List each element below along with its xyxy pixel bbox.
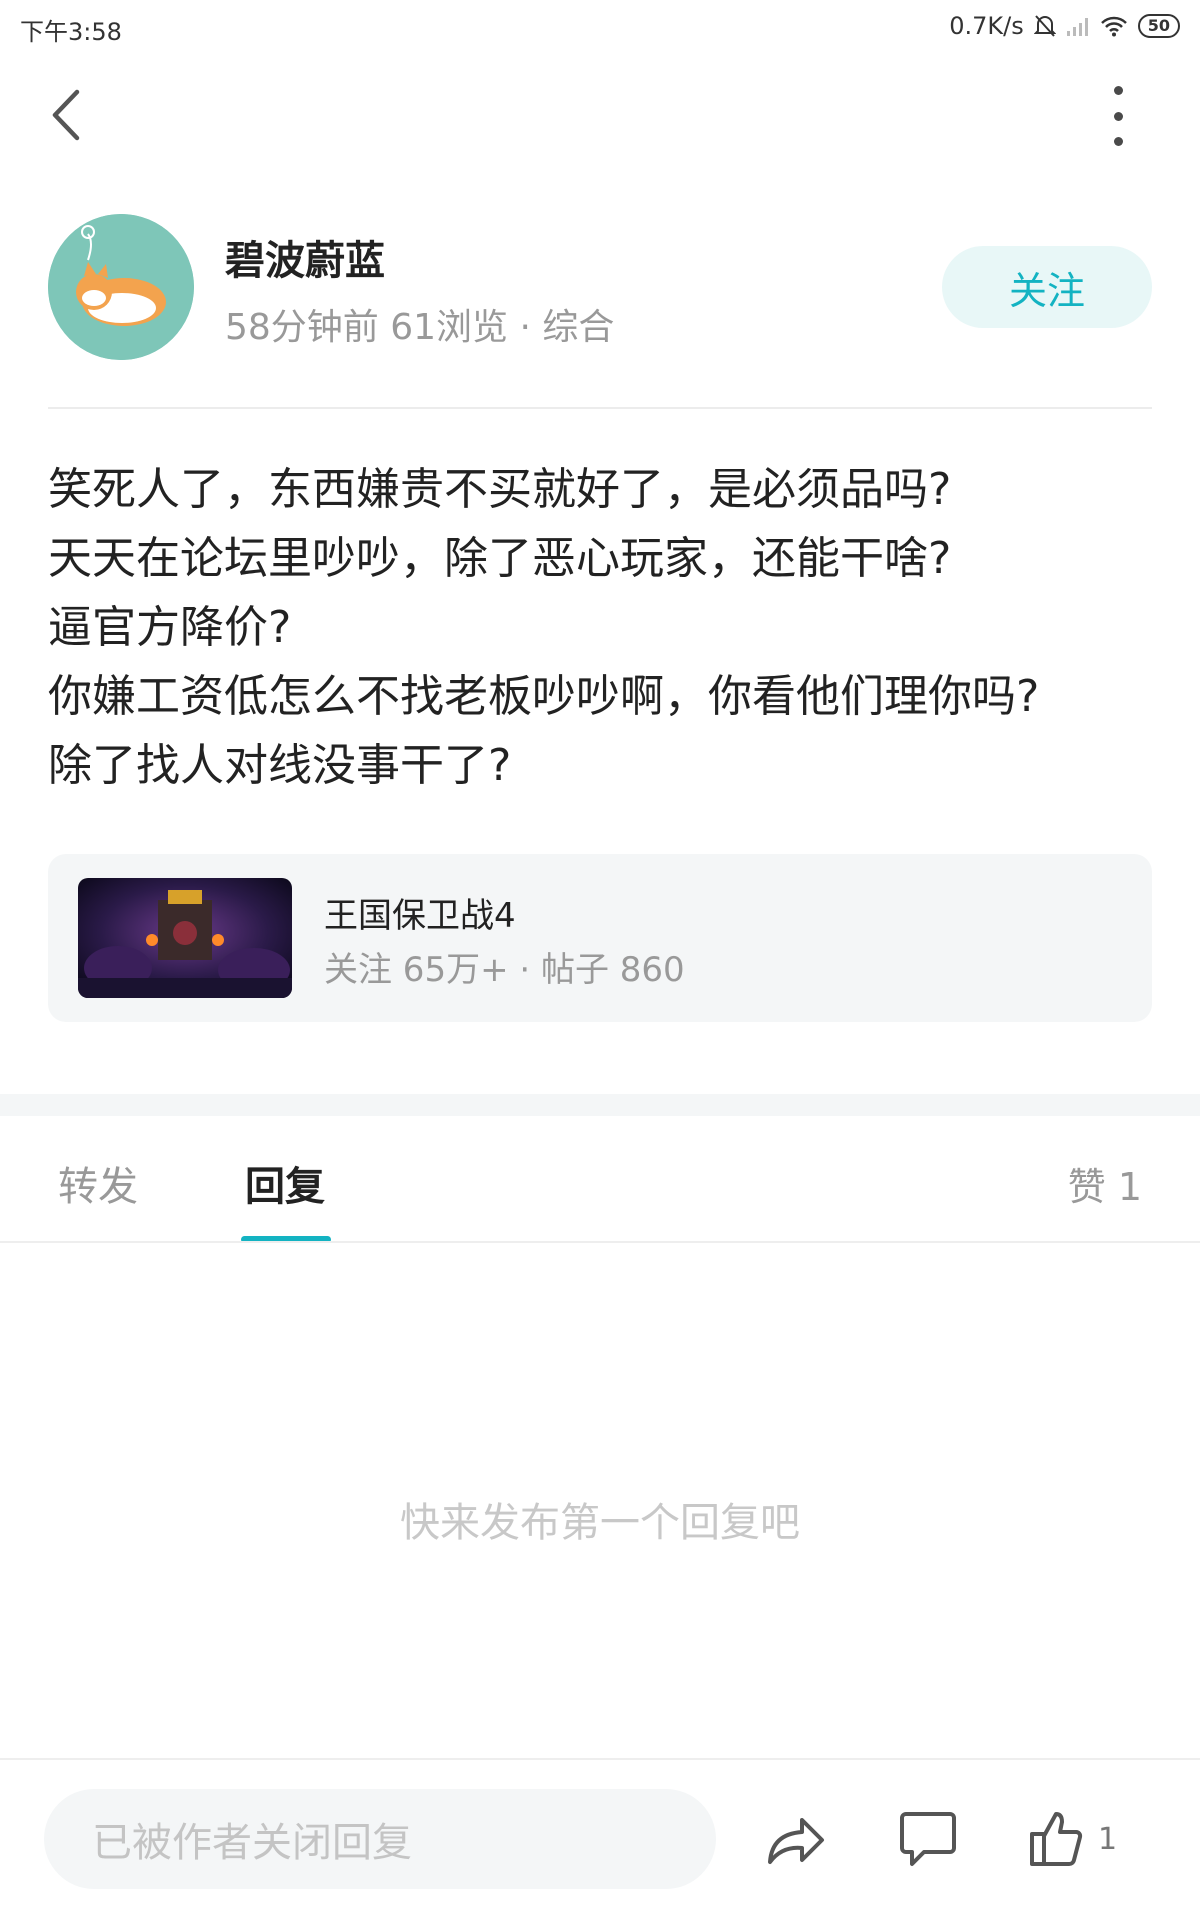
- post-line: 笑死人了，东西嫌贵不买就好了，是必须品吗?: [48, 464, 952, 515]
- signal-icon: [1066, 18, 1088, 36]
- network-speed: 0.7K/s: [949, 12, 1024, 40]
- like-button[interactable]: 1: [1028, 1806, 1117, 1872]
- game-card[interactable]: 王国保卫战4 关注 65万+ · 帖子 860: [48, 854, 1152, 1022]
- back-arrow-icon: [52, 89, 80, 141]
- avatar[interactable]: [48, 214, 194, 360]
- post-line: 除了找人对线没事干了?: [48, 740, 512, 791]
- corgi-avatar-image: [48, 214, 194, 360]
- status-time: 下午3:58: [20, 18, 122, 46]
- more-options-button[interactable]: [1098, 86, 1138, 146]
- section-separator: [0, 1094, 1200, 1116]
- game-stats: 关注 65万+ · 帖子 860: [324, 950, 685, 990]
- like-count: 1: [1098, 1821, 1118, 1857]
- tab-reply[interactable]: 回复: [245, 1154, 325, 1212]
- comment-icon: [900, 1812, 956, 1866]
- more-dot: [1113, 137, 1123, 146]
- post-content: 笑死人了，东西嫌贵不买就好了，是必须品吗? 天天在论坛里吵吵，除了恶心玩家，还能…: [48, 455, 1168, 800]
- comment-button[interactable]: [898, 1808, 958, 1870]
- thumbs-up-icon: [1030, 1812, 1083, 1866]
- game-name: 王国保卫战4: [324, 896, 516, 936]
- follow-button[interactable]: 关注: [942, 246, 1152, 328]
- status-indicators: 0.7K/s 50: [949, 10, 1180, 42]
- more-vertical-icon: [1113, 86, 1123, 95]
- wifi-icon: [1100, 16, 1127, 37]
- mute-bell-icon: [1033, 15, 1056, 37]
- tab-likes[interactable]: 赞 1: [1068, 1156, 1142, 1211]
- reply-input-placeholder: 已被作者关闭回复: [92, 1820, 412, 1866]
- share-button[interactable]: [762, 1808, 828, 1874]
- game-artwork-image: [78, 878, 292, 998]
- post-line: 你嫌工资低怎么不找老板吵吵啊，你看他们理你吗?: [48, 671, 1040, 722]
- divider: [0, 1758, 1200, 1760]
- reply-input[interactable]: 已被作者关闭回复: [44, 1789, 716, 1889]
- post-meta: 58分钟前 61浏览 · 综合: [225, 307, 615, 348]
- divider: [48, 407, 1152, 409]
- more-dot: [1113, 111, 1123, 121]
- post-line: 天天在论坛里吵吵，除了恶心玩家，还能干啥?: [48, 533, 952, 584]
- post-line: 逼官方降价?: [48, 602, 292, 653]
- share-icon: [768, 1818, 824, 1864]
- status-bar: 下午3:58 0.7K/s 50: [0, 0, 1200, 52]
- tab-forward[interactable]: 转发: [58, 1154, 138, 1212]
- divider: [0, 1241, 1200, 1243]
- back-button[interactable]: [38, 78, 92, 152]
- author-name[interactable]: 碧波蔚蓝: [225, 228, 385, 286]
- empty-replies-hint: 快来发布第一个回复吧: [400, 1500, 800, 1546]
- battery-indicator: 50: [1137, 14, 1180, 38]
- game-thumbnail: [78, 878, 292, 998]
